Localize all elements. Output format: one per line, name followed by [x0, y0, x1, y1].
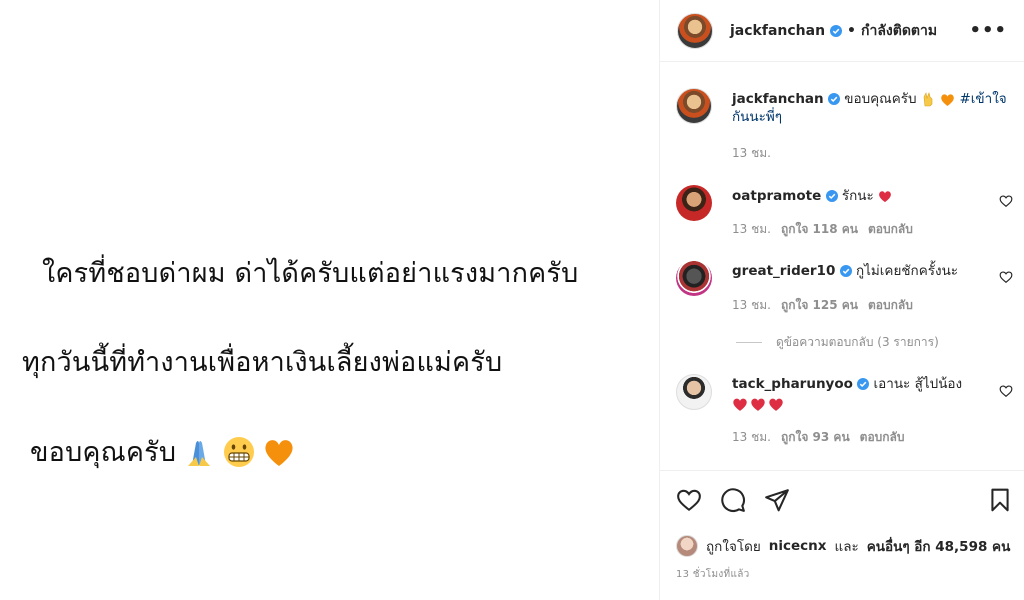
author-username[interactable]: jackfanchan	[730, 23, 825, 39]
like-comment-icon[interactable]	[999, 270, 1013, 284]
verified-icon	[839, 265, 852, 277]
comment-time[interactable]: 13 ชม.	[732, 296, 771, 315]
caption: jackfanchan ขอบคุณครับ #เข้าใจกันนะพี่ๆ …	[660, 62, 1024, 162]
comment-body: รักนะ	[841, 188, 874, 204]
post-sidebar: jackfanchan • กำลังติดตาม ••• jackfancha…	[659, 0, 1024, 600]
following-button[interactable]: กำลังติดตาม	[861, 20, 937, 42]
comment-likes[interactable]: ถูกใจ 125 คน	[781, 296, 858, 315]
comment-username[interactable]: oatpramote	[732, 188, 821, 204]
red-heart-icon	[751, 398, 765, 411]
orange-heart-icon	[265, 439, 293, 466]
comment-meta: 13 ชม. ถูกใจ 118 คน ตอบกลับ	[732, 220, 913, 239]
author-avatar[interactable]	[677, 13, 713, 49]
comment-meta: 13 ชม. ถูกใจ 93 คน ตอบกลับ	[732, 428, 905, 447]
comment-item: oatpramote รักนะ 13 ชม. ถูกใจ 118 คน ตอบ…	[660, 180, 1024, 242]
more-options-icon[interactable]: •••	[969, 20, 1007, 41]
like-comment-icon[interactable]	[999, 384, 1013, 398]
comment-likes[interactable]: ถูกใจ 93 คน	[781, 428, 850, 447]
comment-text: great_rider10 กูไม่เคยชักครั้งนะ	[732, 262, 1007, 280]
save-bookmark-icon[interactable]	[987, 487, 1013, 513]
commenter-avatar[interactable]	[676, 374, 712, 410]
comment-text: tack_pharunyoo เอานะ สู้ไปน้อง	[732, 375, 1007, 412]
hearts-row	[732, 396, 1007, 412]
caption-time[interactable]: 13 ชม.	[732, 144, 771, 163]
victory-hand-icon	[923, 91, 933, 106]
liker-avatar[interactable]	[676, 535, 698, 557]
separator-dot: •	[847, 23, 856, 39]
comment-icon[interactable]	[720, 487, 746, 513]
red-heart-icon	[769, 398, 783, 411]
comment-meta: 13 ชม. ถูกใจ 125 คน ตอบกลับ	[732, 296, 913, 315]
header-user: jackfanchan • กำลังติดตาม	[730, 20, 937, 42]
comment-time[interactable]: 13 ชม.	[732, 220, 771, 239]
caption-body: ขอบคุณครับ	[844, 91, 917, 107]
comment-username[interactable]: tack_pharunyoo	[732, 376, 853, 392]
verified-icon	[827, 93, 840, 105]
post-image: ใครที่ชอบด่าผม ด่าได้ครับแต่อย่าแรงมากคร…	[0, 0, 659, 600]
caption-meta: 13 ชม.	[732, 144, 771, 163]
caption-avatar[interactable]	[676, 88, 712, 124]
post-time-ago[interactable]: 13 ชั่วโมงที่แล้ว	[676, 567, 750, 582]
comment-likes[interactable]: ถูกใจ 118 คน	[781, 220, 858, 239]
folded-hands-icon	[188, 440, 211, 466]
verified-icon	[825, 190, 838, 202]
comment-item: tack_pharunyoo เอานะ สู้ไปน้อง 13 ชม. ถู…	[660, 372, 1024, 452]
view-replies-button[interactable]: ดูข้อความตอบกลับ (3 รายการ)	[736, 333, 939, 352]
comment-time[interactable]: 13 ชม.	[732, 428, 771, 447]
reply-button[interactable]: ตอบกลับ	[868, 220, 913, 239]
replies-divider	[736, 342, 762, 343]
share-icon[interactable]	[764, 487, 790, 513]
verified-icon	[857, 378, 870, 390]
post-text-line-3: ขอบคุณครับ	[30, 430, 296, 473]
post-text-line-1: ใครที่ชอบด่าผม ด่าได้ครับแต่อย่าแรงมากคร…	[42, 258, 579, 289]
like-comment-icon[interactable]	[999, 194, 1013, 208]
verified-icon	[830, 25, 843, 37]
post-text-thanks: ขอบคุณครับ	[30, 437, 177, 468]
comment-body: กูไม่เคยชักครั้งนะ	[855, 263, 959, 279]
likes-and: และ	[834, 539, 859, 555]
view-replies-label: ดูข้อความตอบกลับ (3 รายการ)	[776, 335, 939, 349]
reply-button[interactable]: ตอบกลับ	[860, 428, 905, 447]
comment-item: great_rider10 กูไม่เคยชักครั้งนะ 13 ชม. …	[660, 256, 1024, 318]
reply-button[interactable]: ตอบกลับ	[868, 296, 913, 315]
comment-username[interactable]: great_rider10	[732, 263, 835, 279]
post-header: jackfanchan • กำลังติดตาม •••	[660, 0, 1024, 62]
likes-summary: ถูกใจโดย nicecnx และ คนอื่นๆ อีก 48,598 …	[676, 535, 1010, 557]
red-heart-icon	[879, 191, 891, 203]
comment-body: เอานะ สู้ไปน้อง	[873, 376, 963, 392]
grimacing-face-icon	[224, 436, 255, 467]
liker-username[interactable]: nicecnx	[769, 538, 827, 554]
orange-heart-icon	[941, 93, 954, 106]
likes-others-link[interactable]: คนอื่นๆ อีก 48,598 คน	[867, 535, 1011, 557]
red-heart-icon	[733, 398, 747, 411]
caption-text: jackfanchan ขอบคุณครับ #เข้าใจกันนะพี่ๆ	[732, 90, 1007, 126]
post-text-line-2: ทุกวันนี้ที่ทำงานเพื่อหาเงินเลี้ยงพ่อแม่…	[22, 347, 503, 378]
like-icon[interactable]	[676, 487, 702, 513]
caption-username[interactable]: jackfanchan	[732, 91, 824, 107]
comment-text: oatpramote รักนะ	[732, 187, 1007, 205]
commenter-avatar[interactable]	[676, 185, 712, 221]
liked-by-label: ถูกใจโดย	[706, 539, 761, 555]
commenter-avatar[interactable]	[676, 260, 712, 296]
